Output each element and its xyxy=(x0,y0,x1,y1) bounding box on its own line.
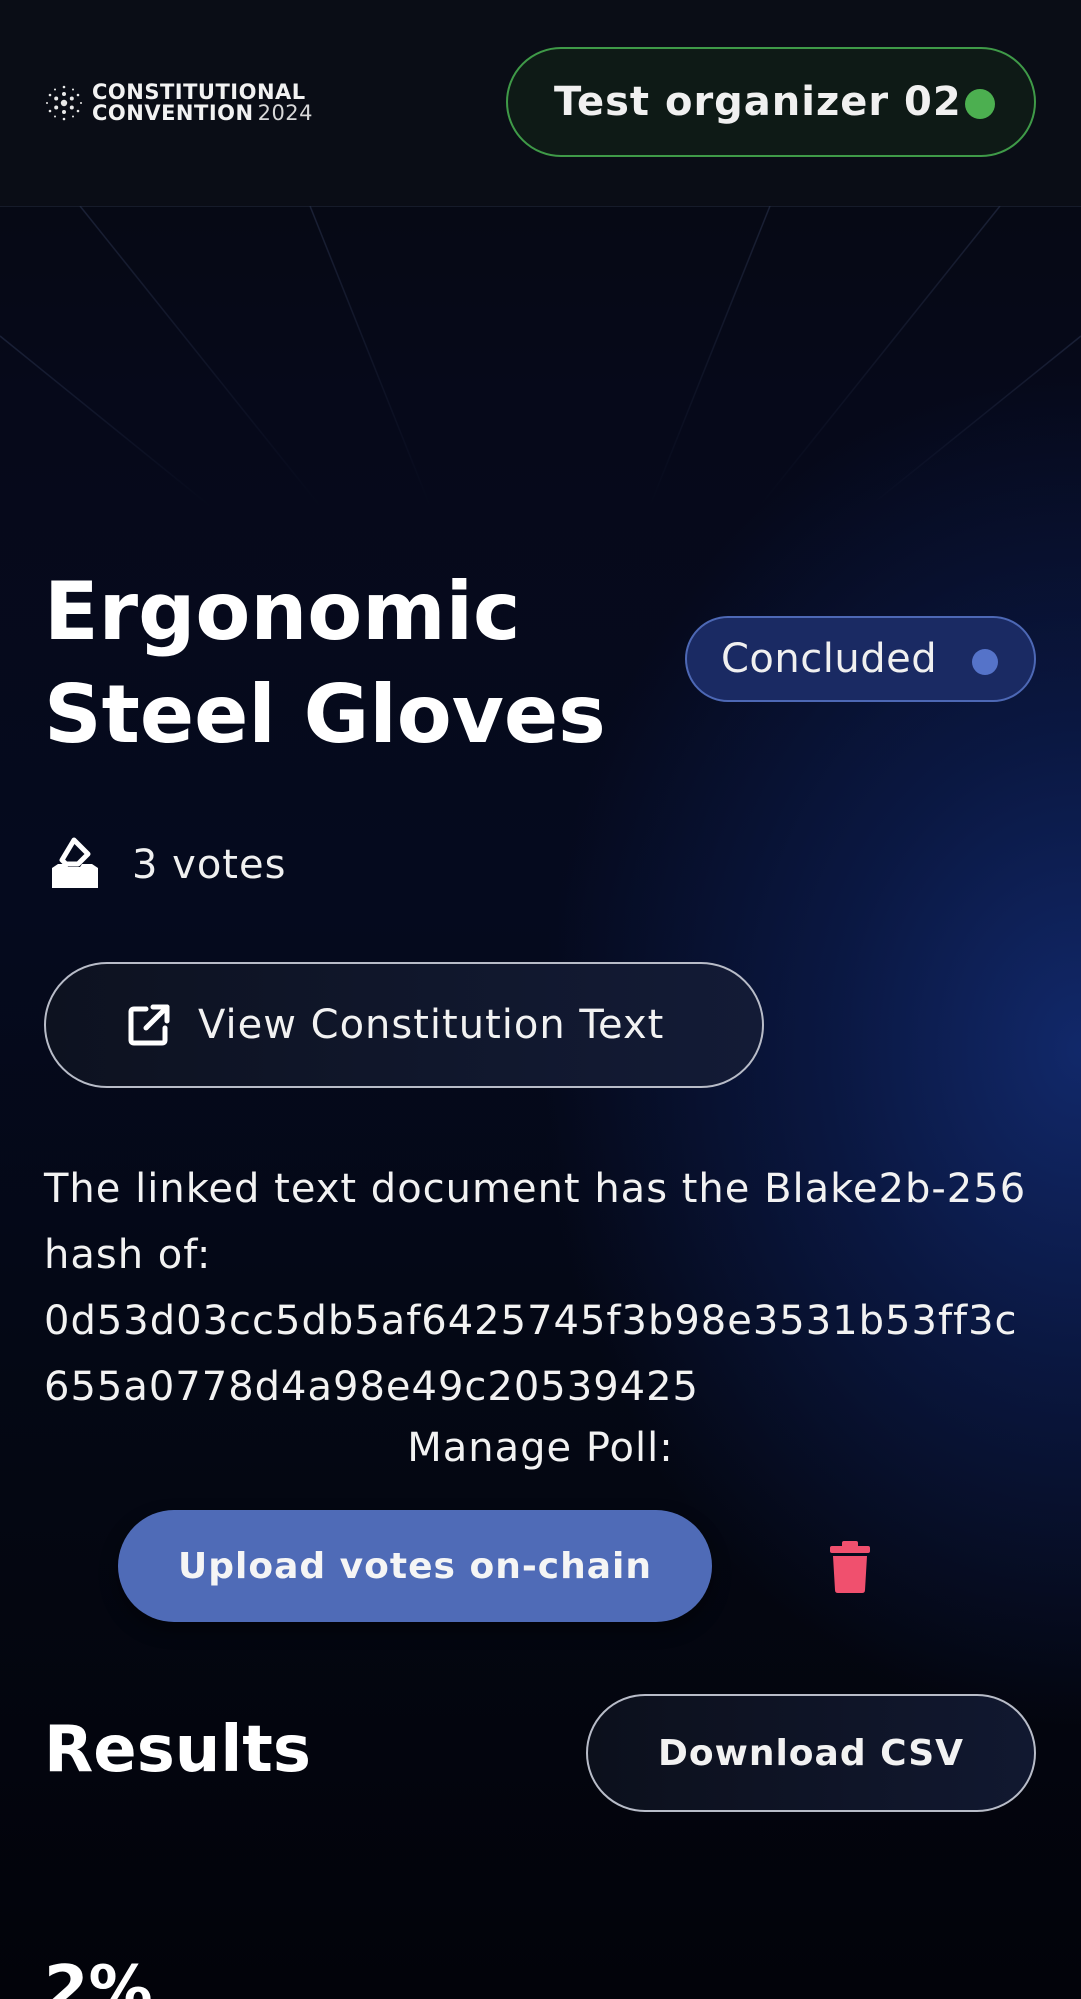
vote-count-label: 3 votes xyxy=(132,842,287,888)
organizer-account-button[interactable]: Test organizer 02 xyxy=(506,47,1036,157)
cardano-logo-icon xyxy=(46,85,82,121)
trash-icon[interactable] xyxy=(827,1540,873,1594)
top-header: CONSTITUTIONAL CONVENTION 2024 Test organ… xyxy=(0,0,1081,207)
hash-intro-text: The linked text document has the Blake2b… xyxy=(44,1166,1027,1278)
results-heading: Results xyxy=(44,1713,311,1787)
vote-count: 3 votes xyxy=(44,834,286,896)
poll-title: Ergonomic Steel Gloves xyxy=(44,565,606,761)
logo-line2: CONVENTION 2024 xyxy=(92,103,313,124)
result-percentage: 2% xyxy=(44,1953,153,1999)
poll-status-label: Concluded xyxy=(721,636,938,682)
logo-line1: CONSTITUTIONAL xyxy=(92,80,306,104)
upload-votes-button[interactable]: Upload votes on-chain xyxy=(118,1510,712,1622)
view-constitution-text-label: View Constitution Text xyxy=(198,1002,665,1048)
logo-wordmark: CONSTITUTIONAL CONVENTION 2024 xyxy=(92,82,313,124)
poll-status-badge: Concluded xyxy=(685,616,1036,702)
logo-line2-text: CONVENTION xyxy=(92,101,254,125)
hash-value: 0d53d03cc5db5af6425745f3b98e3531b53ff3c6… xyxy=(44,1298,1018,1410)
view-constitution-text-button[interactable]: View Constitution Text xyxy=(44,962,764,1088)
ballot-box-icon xyxy=(52,837,98,888)
constitutional-convention-logo[interactable]: CONSTITUTIONAL CONVENTION 2024 xyxy=(44,82,313,124)
page: CONSTITUTIONAL CONVENTION 2024 Test organ… xyxy=(0,0,1081,1999)
download-csv-button[interactable]: Download CSV xyxy=(586,1694,1036,1812)
manage-poll-label: Manage Poll: xyxy=(407,1425,674,1471)
connected-status-dot xyxy=(965,89,995,119)
poll-status-dot xyxy=(972,649,998,675)
external-link-icon xyxy=(128,1004,170,1046)
decorative-grid-background xyxy=(0,206,1081,506)
logo-year: 2024 xyxy=(257,101,314,125)
organizer-name: Test organizer 02 xyxy=(554,79,962,125)
document-hash-description: The linked text document has the Blake2b… xyxy=(44,1156,1044,1420)
